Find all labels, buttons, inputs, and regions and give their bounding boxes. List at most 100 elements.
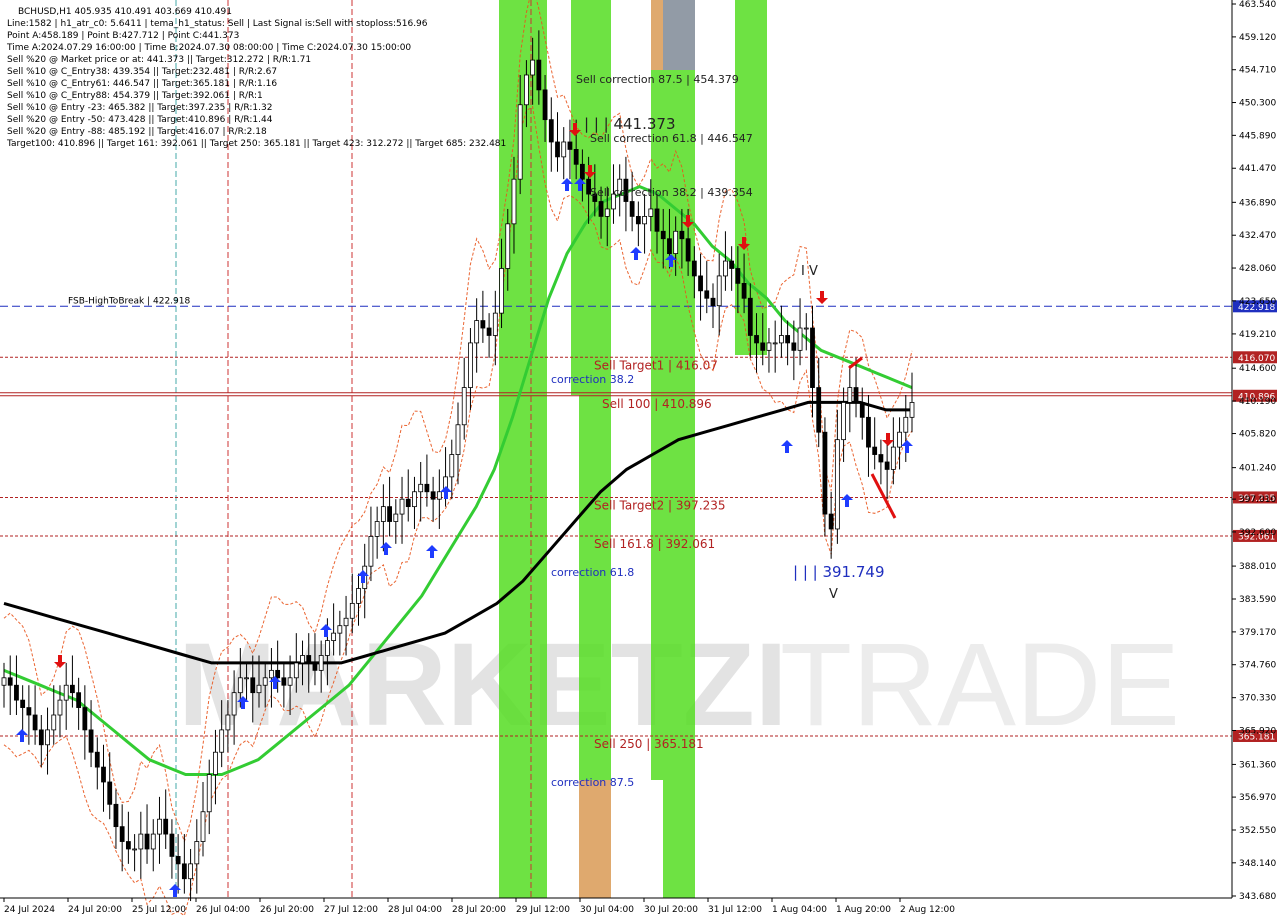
candle-body: [343, 617, 349, 627]
candle-body: [269, 669, 274, 679]
time-tick-label: 25 Jul 12:00: [132, 905, 186, 915]
time-tick-label: 30 Jul 20:00: [644, 905, 698, 915]
annotation-label: correction 61.8: [551, 566, 634, 579]
candle-body: [474, 320, 480, 344]
candle-body: [32, 714, 38, 731]
price-tick-label: 374.760: [1239, 661, 1276, 671]
candle-body: [561, 141, 567, 158]
price-tick-label: 410.190: [1239, 397, 1276, 407]
price-tick-label: 370.330: [1239, 694, 1276, 704]
level-price-tag-text: 416.070: [1238, 354, 1275, 364]
candle-body: [480, 320, 486, 329]
time-tick-label: 29 Jul 12:00: [516, 905, 570, 915]
candle-body: [169, 833, 175, 857]
candle-body: [300, 655, 305, 664]
candle-body: [573, 149, 579, 165]
candle-body: [648, 208, 654, 217]
candle-body: [144, 833, 150, 850]
candle-body: [455, 424, 461, 455]
watermark-bold-text: MARKETZI: [178, 619, 788, 751]
candle-body: [424, 483, 430, 493]
time-tick-label: 24 Jul 20:00: [68, 905, 122, 915]
candle-body: [51, 714, 57, 731]
candle-body: [324, 640, 330, 656]
candle-body: [710, 297, 716, 307]
candle-body: [803, 327, 809, 330]
candle-body: [219, 729, 225, 753]
candle-body: [107, 781, 113, 805]
price-tick-label: 436.890: [1239, 198, 1276, 208]
candle-body: [505, 223, 511, 269]
candle-body: [822, 431, 828, 515]
candle-body: [125, 841, 131, 850]
candle-body: [704, 290, 710, 299]
signal-zone: [499, 0, 547, 898]
price-chart[interactable]: MARKETZITRADE 422.918FSB-HighToBreak | 4…: [0, 0, 1280, 920]
candle-body: [101, 766, 106, 783]
candle-body: [747, 297, 753, 336]
candle-body: [635, 215, 641, 225]
signal-zone: [579, 395, 611, 780]
candle-body: [244, 677, 249, 680]
candle-body: [536, 59, 542, 91]
candle-body: [14, 684, 19, 701]
annotation-label: Sell correction 87.5 | 454.379: [576, 73, 739, 86]
candle-body: [306, 655, 312, 664]
candle-body: [449, 454, 455, 478]
candle-body: [679, 230, 685, 240]
time-tick-label: 1 Aug 04:00: [772, 905, 827, 915]
time-tick-label: 28 Jul 04:00: [388, 905, 442, 915]
price-tick-label: 348.140: [1239, 859, 1276, 869]
price-tick-label: 356.970: [1239, 793, 1276, 803]
annotation-label: Sell correction 38.2 | 439.354: [590, 186, 753, 199]
candle-body: [374, 521, 380, 537]
candle-body: [486, 327, 492, 336]
price-tick-label: 352.550: [1239, 826, 1276, 836]
time-tick-label: 24 Jul 2024: [4, 905, 55, 915]
candle-body: [660, 230, 666, 240]
candle-body: [754, 335, 759, 344]
info-line: Sell %20 @ Market price or at: 441.373 |…: [7, 55, 311, 65]
time-tick-label: 2 Aug 12:00: [900, 905, 955, 915]
candle-body: [629, 201, 635, 217]
candle-body: [828, 513, 834, 530]
candle-body: [685, 238, 691, 262]
price-tick-label: 388.010: [1239, 562, 1276, 572]
candle-body: [256, 684, 262, 694]
candle-body: [735, 268, 741, 284]
price-tick-label: 428.060: [1239, 264, 1276, 274]
candle-body: [132, 848, 138, 851]
time-tick-label: 28 Jul 20:00: [452, 905, 506, 915]
candle-body: [231, 692, 237, 716]
candle-body: [20, 699, 26, 708]
symbol-line: BCHUSD,H1 405.935 410.491 403.669 410.49…: [18, 7, 232, 17]
annotation-label: | | | 391.749: [793, 563, 885, 581]
candle-body: [859, 402, 865, 418]
annotation-label: Sell correction 61.8 | 446.547: [590, 132, 753, 145]
candle-body: [262, 677, 268, 686]
candle-body: [785, 335, 791, 344]
candle-body: [387, 506, 392, 522]
watermark-light-text: TRADE: [780, 619, 1180, 751]
candle-body: [778, 335, 784, 344]
candle-body: [312, 662, 318, 671]
candle-body: [70, 684, 75, 694]
candle-body: [113, 803, 119, 828]
candle-body: [436, 491, 442, 500]
candle-body: [349, 602, 355, 619]
annotation-label: | | | 441.373: [584, 115, 676, 133]
candle-body: [667, 238, 672, 255]
candle-body: [511, 178, 517, 225]
annotation-label: V: [829, 587, 838, 602]
candle-body: [834, 439, 840, 530]
candle-body: [393, 513, 399, 522]
price-tick-label: 379.170: [1239, 628, 1276, 638]
candle-body: [368, 536, 374, 567]
candle-body: [517, 104, 523, 180]
price-axis: 463.540 459.120 454.710 450.300 445.890 441.4…: [1231, 0, 1276, 902]
level-label: Sell 250 | 365.181: [594, 737, 704, 751]
candle-body: [213, 751, 218, 775]
candle-body: [872, 446, 878, 455]
signal-zone: [579, 780, 611, 898]
time-tick-label: 27 Jul 12:00: [324, 905, 378, 915]
